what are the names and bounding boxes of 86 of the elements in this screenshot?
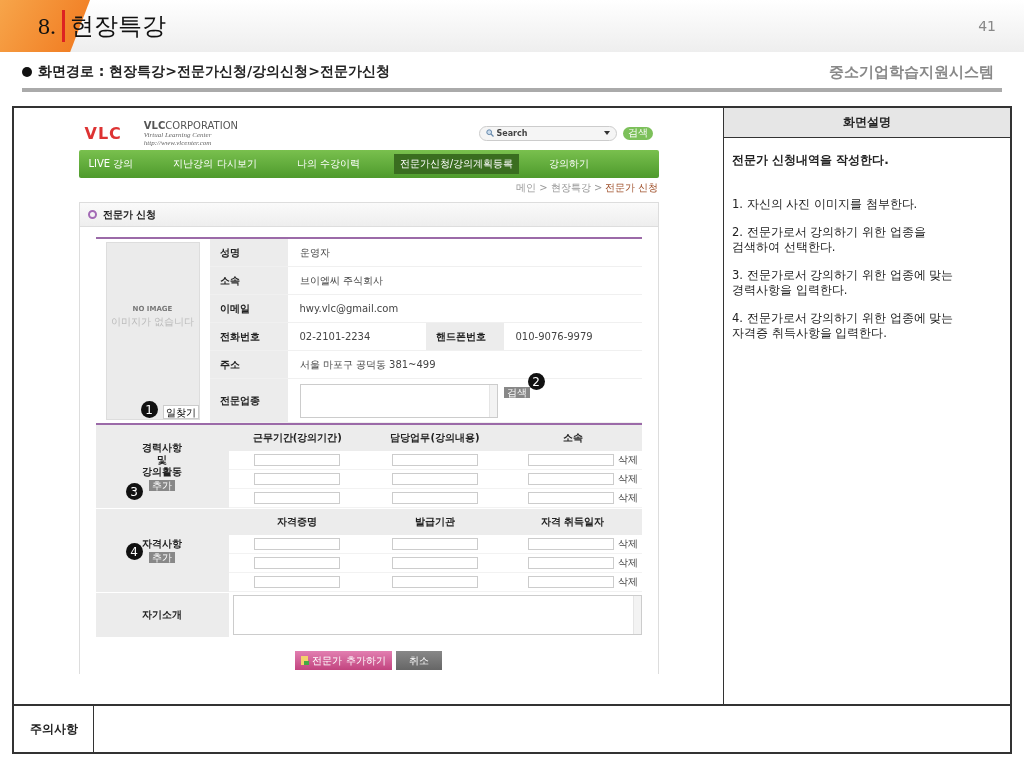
field-value: 서울 마포구 공덕동 381~499 xyxy=(299,357,436,372)
company-name: VLCCORPORATION xyxy=(143,119,238,131)
input-field[interactable] xyxy=(527,538,614,550)
input-field[interactable] xyxy=(527,576,614,588)
delete-link[interactable]: 삭제 xyxy=(617,575,638,589)
intro-field[interactable] xyxy=(232,595,642,635)
description-item: 4. 전문가로서 강의하기 위한 업종에 맞는 자격증 취득사항을 입력한다. xyxy=(731,310,955,343)
search-field[interactable]: Search xyxy=(478,125,617,141)
nav-item[interactable]: 지난강의 다시보기 xyxy=(167,154,263,174)
input-field[interactable] xyxy=(392,473,478,485)
input-field[interactable] xyxy=(254,538,341,550)
step-marker: 3 xyxy=(125,483,143,500)
nav-item[interactable]: 강의하기 xyxy=(543,154,596,174)
add-button[interactable]: 추가 xyxy=(149,552,175,563)
column-header: 자격 취득일자 xyxy=(503,509,642,535)
field-label: 주소 xyxy=(209,351,288,378)
nav-item[interactable]: 나의 수강이력 xyxy=(290,154,366,174)
description-item: 3. 전문가로서 강의하기 위한 업종에 맞는 경력사항을 입력한다. xyxy=(731,267,955,300)
delete-link[interactable]: 삭제 xyxy=(617,537,638,551)
system-name: 중소기업학습지원시스템 xyxy=(829,62,994,82)
field-value: hwy.vlc@gmail.com xyxy=(299,303,399,314)
add-button[interactable]: 추가 xyxy=(149,480,175,491)
input-field[interactable] xyxy=(392,557,478,569)
section-label: 자기소개 xyxy=(142,609,182,621)
add-expert-button[interactable]: 전문가 추가하기 xyxy=(295,651,392,670)
nav-item[interactable]: 전문가신청/강의계획등록 xyxy=(393,154,520,174)
search-button[interactable]: 검색 xyxy=(503,387,530,398)
delete-link[interactable]: 삭제 xyxy=(617,453,638,467)
page-number: 41 xyxy=(978,18,996,34)
field-label: 핸드폰번호 xyxy=(425,323,504,350)
industry-field[interactable] xyxy=(299,383,498,418)
column-header: 소속 xyxy=(503,425,642,451)
search-button[interactable]: 검색 xyxy=(622,126,653,140)
input-field[interactable] xyxy=(527,473,614,485)
notes-label: 주의사항 xyxy=(14,704,94,752)
description-header: 화면설명 xyxy=(724,108,1010,138)
field-label: 소속 xyxy=(209,267,288,294)
column-header: 담당업무(강의내용) xyxy=(366,425,504,451)
input-field[interactable] xyxy=(527,454,614,466)
field-value: 운영자 xyxy=(299,245,330,260)
panel-title: 전문가 신청 xyxy=(102,207,156,222)
field-label: 이메일 xyxy=(209,295,288,322)
column-header: 자격증명 xyxy=(228,509,367,535)
step-marker: 1 xyxy=(140,401,158,418)
column-header: 발급기관 xyxy=(366,509,504,535)
section-label: 경력사항 및 강의활동 xyxy=(142,442,182,478)
document-icon xyxy=(301,656,310,665)
file-button[interactable]: 일찾기 xyxy=(162,405,199,419)
screen-path: 화면경로 : 현장특강>전문가신청/강의신청>전문가신청 xyxy=(38,63,390,81)
delete-link[interactable]: 삭제 xyxy=(617,556,638,570)
breadcrumb-current: 전문가 신청 xyxy=(605,181,659,195)
input-field[interactable] xyxy=(527,557,614,569)
input-field[interactable] xyxy=(392,576,478,588)
step-marker: 4 xyxy=(125,543,143,560)
breadcrumb: 메인 > 현장특강 > xyxy=(516,181,603,195)
step-marker: 2 xyxy=(527,373,545,390)
input-field[interactable] xyxy=(254,557,341,569)
bullet-icon xyxy=(22,67,32,77)
logo-mark: VLC xyxy=(84,123,122,143)
description-item: 2. 전문가로서 강의하기 위한 업종을 검색하여 선택한다. xyxy=(731,224,927,257)
field-value: 010-9076-9979 xyxy=(515,331,593,342)
field-value: 02-2101-2234 xyxy=(299,331,371,342)
nav-item[interactable]: LIVE 강의 xyxy=(82,154,140,174)
column-header: 근무기간(강의기간) xyxy=(228,425,367,451)
input-field[interactable] xyxy=(392,538,478,550)
input-field[interactable] xyxy=(527,492,614,504)
input-field[interactable] xyxy=(254,492,341,504)
description-lead: 전문가 신청내역을 작성한다. xyxy=(731,152,890,169)
input-field[interactable] xyxy=(254,576,341,588)
input-field[interactable] xyxy=(254,473,341,485)
field-label: 전화번호 xyxy=(209,323,288,350)
ring-icon xyxy=(87,210,97,219)
description-item: 1. 자신의 사진 이미지를 첨부한다. xyxy=(731,197,919,213)
dropdown-icon xyxy=(603,131,610,135)
delete-link[interactable]: 삭제 xyxy=(617,491,638,505)
input-field[interactable] xyxy=(392,492,478,504)
section-label: 자격사항 xyxy=(142,538,182,550)
field-label: 성명 xyxy=(209,239,288,266)
input-field[interactable] xyxy=(254,454,341,466)
input-field[interactable] xyxy=(392,454,478,466)
section-number: 8. xyxy=(38,12,56,40)
search-icon xyxy=(485,129,494,137)
delete-link[interactable]: 삭제 xyxy=(617,472,638,486)
field-label: 전문업종 xyxy=(209,379,288,422)
field-value: 브이엘씨 주식회사 xyxy=(299,273,383,288)
cancel-button[interactable]: 취소 xyxy=(395,651,442,670)
